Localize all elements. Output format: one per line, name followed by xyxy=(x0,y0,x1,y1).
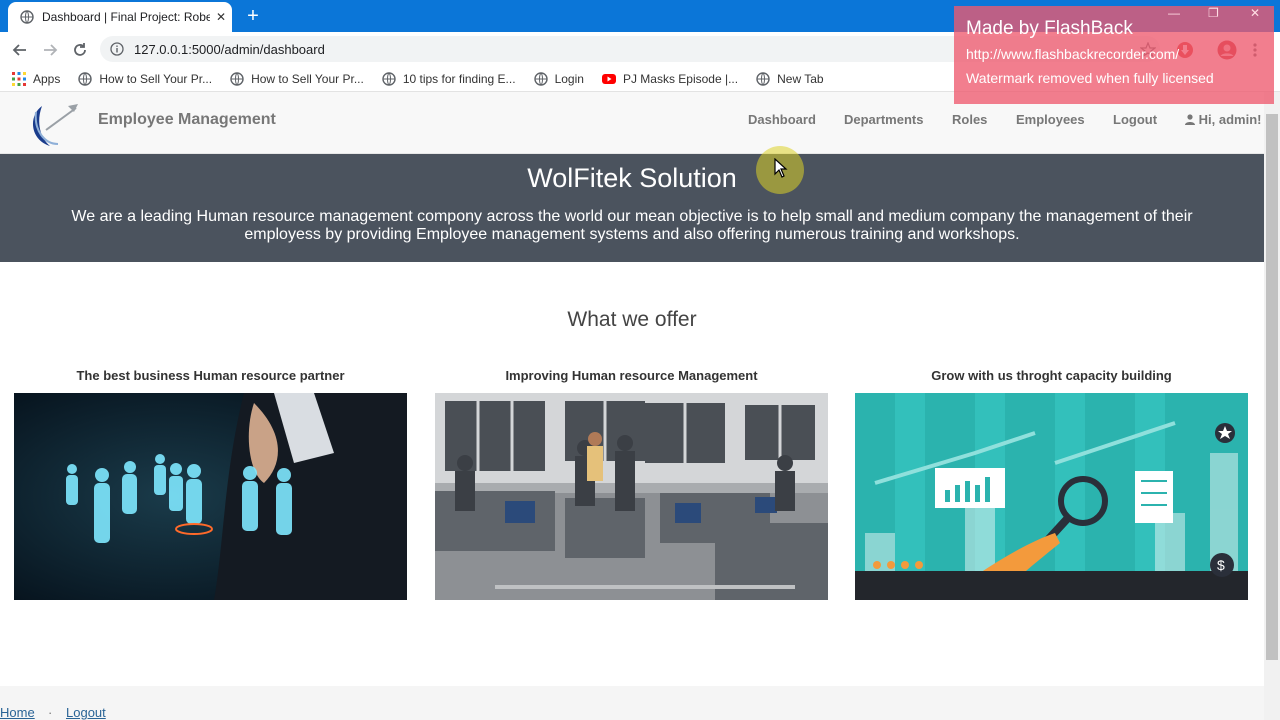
minimize-icon: — xyxy=(1168,6,1180,20)
bookmark-item[interactable]: 10 tips for finding E... xyxy=(382,72,516,86)
watermark-line2: http://www.flashbackrecorder.com/ xyxy=(966,46,1180,62)
globe-icon xyxy=(382,71,396,86)
youtube-icon xyxy=(601,72,616,86)
user-greeting: Hi, admin! xyxy=(1198,112,1262,127)
nav-dashboard[interactable]: Dashboard xyxy=(748,112,816,127)
new-tab-icon[interactable]: + xyxy=(242,5,264,27)
footer-logout-link[interactable]: Logout xyxy=(66,705,106,720)
nav-user[interactable]: Hi, admin! xyxy=(1185,112,1261,127)
hero-banner: WolFitek Solution We are a leading Human… xyxy=(0,154,1264,262)
glowing-people-businessman-image xyxy=(14,393,407,600)
card-title: The best business Human resource partner xyxy=(76,368,345,383)
bookmark-item[interactable]: New Tab xyxy=(756,71,824,86)
forward-arrow-icon[interactable] xyxy=(38,38,62,62)
bookmark-item[interactable]: Login xyxy=(533,71,584,86)
bookmark-label: Apps xyxy=(33,71,61,86)
bookmark-label: Login xyxy=(554,71,584,86)
watermark-line3: Watermark removed when fully licensed xyxy=(966,70,1214,86)
nav-employees[interactable]: Employees xyxy=(1016,112,1085,127)
user-icon xyxy=(1185,112,1199,127)
bookmark-item[interactable]: PJ Masks Episode |... xyxy=(601,71,739,86)
back-arrow-icon[interactable] xyxy=(8,38,32,62)
svg-text:$: $ xyxy=(1217,557,1225,573)
browser-tab[interactable]: Dashboard | Final Project: Robert ✕ xyxy=(8,2,232,32)
bookmark-label: 10 tips for finding E... xyxy=(402,71,516,86)
bookmark-label: How to Sell Your Pr... xyxy=(99,71,213,86)
bookmark-label: How to Sell Your Pr... xyxy=(251,71,364,86)
bookmark-apps[interactable]: Apps xyxy=(12,71,61,86)
bookmark-label: New Tab xyxy=(777,71,824,86)
reload-icon[interactable] xyxy=(68,38,92,62)
globe-icon xyxy=(20,10,34,24)
nav-departments[interactable]: Departments xyxy=(844,112,923,127)
close-icon: ✕ xyxy=(1250,6,1261,20)
bookmark-item[interactable]: How to Sell Your Pr... xyxy=(78,72,212,86)
restore-icon: ❐ xyxy=(1208,6,1219,20)
card-title: Improving Human resource Management xyxy=(505,368,758,383)
globe-icon xyxy=(533,71,548,86)
scrollbar-thumb[interactable] xyxy=(1266,114,1278,660)
apps-grid-icon xyxy=(12,71,26,86)
url-text: 127.0.0.1:5000/admin/dashboard xyxy=(134,41,325,57)
globe-icon xyxy=(78,71,93,86)
offer-section-title: What we offer xyxy=(567,308,697,331)
tab-title: Dashboard | Final Project: Robert xyxy=(42,10,210,24)
company-logo[interactable] xyxy=(28,100,82,150)
footer-separator: · xyxy=(48,705,53,720)
hero-text: We are a leading Human resource manageme… xyxy=(71,208,1193,243)
office-cubicles-image xyxy=(435,393,828,600)
card-title: Grow with us throght capacity building xyxy=(931,368,1172,383)
nav-logout[interactable]: Logout xyxy=(1113,112,1157,127)
hero-title: WolFitek Solution xyxy=(527,163,737,193)
mouse-cursor-icon xyxy=(774,157,788,183)
globe-icon xyxy=(230,71,244,86)
bookmark-label: PJ Masks Episode |... xyxy=(622,71,739,86)
brand-name[interactable]: Employee Management xyxy=(98,111,276,129)
nav-roles[interactable]: Roles xyxy=(952,112,987,127)
bookmark-item[interactable]: How to Sell Your Pr... xyxy=(230,72,364,86)
globe-icon xyxy=(756,71,770,86)
site-footer: Home · Logout xyxy=(0,686,1264,720)
growth-magnifier-image: $ xyxy=(855,393,1248,600)
footer-home-link[interactable]: Home xyxy=(0,705,35,720)
info-icon[interactable] xyxy=(110,42,124,56)
recorder-watermark: Made by FlashBack http://www.flashbackre… xyxy=(954,6,1274,104)
close-tab-icon[interactable]: ✕ xyxy=(214,10,228,24)
watermark-line1: Made by FlashBack xyxy=(966,18,1133,39)
